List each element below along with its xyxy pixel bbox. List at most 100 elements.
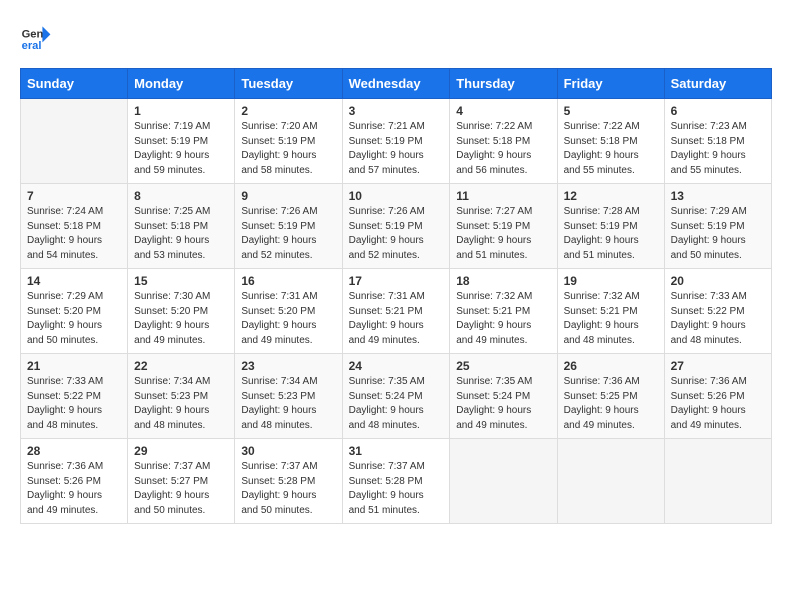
- day-info: Sunrise: 7:32 AM Sunset: 5:21 PM Dayligh…: [564, 290, 658, 348]
- calendar-cell: 23 Sunrise: 7:34 AM Sunset: 5:23 PM Dayli…: [235, 354, 342, 439]
- weekday-header-cell: Saturday: [664, 69, 771, 99]
- day-number: 26: [564, 359, 658, 373]
- calendar-week-row: 1 Sunrise: 7:19 AM Sunset: 5:19 PM Daylig…: [21, 99, 772, 184]
- day-info: Sunrise: 7:35 AM Sunset: 5:24 PM Dayligh…: [349, 375, 444, 433]
- calendar-cell: 31 Sunrise: 7:37 AM Sunset: 5:28 PM Dayli…: [342, 439, 450, 524]
- day-info: Sunrise: 7:22 AM Sunset: 5:18 PM Dayligh…: [564, 120, 658, 178]
- svg-text:eral: eral: [22, 40, 42, 52]
- day-number: 3: [349, 104, 444, 118]
- day-info: Sunrise: 7:32 AM Sunset: 5:21 PM Dayligh…: [456, 290, 550, 348]
- logo-icon: Gen eral: [20, 20, 52, 52]
- calendar: SundayMondayTuesdayWednesdayThursdayFrid…: [20, 68, 772, 524]
- day-number: 31: [349, 444, 444, 458]
- day-info: Sunrise: 7:36 AM Sunset: 5:26 PM Dayligh…: [671, 375, 765, 433]
- day-number: 28: [27, 444, 121, 458]
- day-info: Sunrise: 7:36 AM Sunset: 5:25 PM Dayligh…: [564, 375, 658, 433]
- day-number: 18: [456, 274, 550, 288]
- calendar-cell: 21 Sunrise: 7:33 AM Sunset: 5:22 PM Dayli…: [21, 354, 128, 439]
- calendar-cell: 5Sunrise: 7:22 AM Sunset: 5:18 PM Daylig…: [557, 99, 664, 184]
- day-number: 13: [671, 189, 765, 203]
- calendar-week-row: 7 Sunrise: 7:24 AM Sunset: 5:18 PM Daylig…: [21, 184, 772, 269]
- day-number: 7: [27, 189, 121, 203]
- day-info: Sunrise: 7:34 AM Sunset: 5:23 PM Dayligh…: [241, 375, 335, 433]
- calendar-week-row: 14Sunrise: 7:29 AM Sunset: 5:20 PM Dayli…: [21, 269, 772, 354]
- calendar-cell: [450, 439, 557, 524]
- calendar-cell: 3Sunrise: 7:21 AM Sunset: 5:19 PM Daylig…: [342, 99, 450, 184]
- calendar-cell: 27 Sunrise: 7:36 AM Sunset: 5:26 PM Dayli…: [664, 354, 771, 439]
- day-info: Sunrise: 7:26 AM Sunset: 5:19 PM Dayligh…: [349, 205, 444, 263]
- calendar-week-row: 28 Sunrise: 7:36 AM Sunset: 5:26 PM Dayli…: [21, 439, 772, 524]
- calendar-cell: 2Sunrise: 7:20 AM Sunset: 5:19 PM Daylig…: [235, 99, 342, 184]
- day-number: 16: [241, 274, 335, 288]
- calendar-cell: [664, 439, 771, 524]
- weekday-header-cell: Thursday: [450, 69, 557, 99]
- day-number: 17: [349, 274, 444, 288]
- day-info: Sunrise: 7:37 AM Sunset: 5:27 PM Dayligh…: [134, 460, 228, 518]
- day-number: 25: [456, 359, 550, 373]
- day-number: 20: [671, 274, 765, 288]
- day-number: 2: [241, 104, 335, 118]
- calendar-cell: 18 Sunrise: 7:32 AM Sunset: 5:21 PM Dayli…: [450, 269, 557, 354]
- day-number: 1: [134, 104, 228, 118]
- calendar-cell: 20 Sunrise: 7:33 AM Sunset: 5:22 PM Dayli…: [664, 269, 771, 354]
- day-info: Sunrise: 7:34 AM Sunset: 5:23 PM Dayligh…: [134, 375, 228, 433]
- calendar-cell: 11 Sunrise: 7:27 AM Sunset: 5:19 PM Dayli…: [450, 184, 557, 269]
- day-info: Sunrise: 7:33 AM Sunset: 5:22 PM Dayligh…: [671, 290, 765, 348]
- calendar-cell: 4 Sunrise: 7:22 AM Sunset: 5:18 PM Daylig…: [450, 99, 557, 184]
- calendar-cell: 1 Sunrise: 7:19 AM Sunset: 5:19 PM Daylig…: [128, 99, 235, 184]
- day-info: Sunrise: 7:27 AM Sunset: 5:19 PM Dayligh…: [456, 205, 550, 263]
- calendar-cell: 17Sunrise: 7:31 AM Sunset: 5:21 PM Dayli…: [342, 269, 450, 354]
- day-info: Sunrise: 7:19 AM Sunset: 5:19 PM Dayligh…: [134, 120, 228, 178]
- day-info: Sunrise: 7:37 AM Sunset: 5:28 PM Dayligh…: [349, 460, 444, 518]
- weekday-header-row: SundayMondayTuesdayWednesdayThursdayFrid…: [21, 69, 772, 99]
- calendar-cell: 29 Sunrise: 7:37 AM Sunset: 5:27 PM Dayli…: [128, 439, 235, 524]
- svg-text:Gen: Gen: [22, 29, 44, 41]
- calendar-cell: [557, 439, 664, 524]
- calendar-cell: 22 Sunrise: 7:34 AM Sunset: 5:23 PM Dayli…: [128, 354, 235, 439]
- day-number: 15: [134, 274, 228, 288]
- calendar-cell: 15 Sunrise: 7:30 AM Sunset: 5:20 PM Dayli…: [128, 269, 235, 354]
- calendar-cell: 10Sunrise: 7:26 AM Sunset: 5:19 PM Dayli…: [342, 184, 450, 269]
- day-info: Sunrise: 7:31 AM Sunset: 5:20 PM Dayligh…: [241, 290, 335, 348]
- weekday-header-cell: Monday: [128, 69, 235, 99]
- day-info: Sunrise: 7:26 AM Sunset: 5:19 PM Dayligh…: [241, 205, 335, 263]
- header: Gen eral: [20, 20, 772, 52]
- day-number: 23: [241, 359, 335, 373]
- calendar-cell: 6 Sunrise: 7:23 AM Sunset: 5:18 PM Daylig…: [664, 99, 771, 184]
- day-number: 30: [241, 444, 335, 458]
- calendar-cell: 28 Sunrise: 7:36 AM Sunset: 5:26 PM Dayli…: [21, 439, 128, 524]
- day-number: 21: [27, 359, 121, 373]
- day-info: Sunrise: 7:22 AM Sunset: 5:18 PM Dayligh…: [456, 120, 550, 178]
- day-info: Sunrise: 7:29 AM Sunset: 5:20 PM Dayligh…: [27, 290, 121, 348]
- day-info: Sunrise: 7:25 AM Sunset: 5:18 PM Dayligh…: [134, 205, 228, 263]
- day-number: 22: [134, 359, 228, 373]
- day-info: Sunrise: 7:23 AM Sunset: 5:18 PM Dayligh…: [671, 120, 765, 178]
- day-info: Sunrise: 7:37 AM Sunset: 5:28 PM Dayligh…: [241, 460, 335, 518]
- day-number: 27: [671, 359, 765, 373]
- calendar-cell: 24 Sunrise: 7:35 AM Sunset: 5:24 PM Dayli…: [342, 354, 450, 439]
- calendar-cell: 26 Sunrise: 7:36 AM Sunset: 5:25 PM Dayli…: [557, 354, 664, 439]
- day-number: 11: [456, 189, 550, 203]
- calendar-cell: 12Sunrise: 7:28 AM Sunset: 5:19 PM Dayli…: [557, 184, 664, 269]
- weekday-header-cell: Tuesday: [235, 69, 342, 99]
- calendar-cell: 9Sunrise: 7:26 AM Sunset: 5:19 PM Daylig…: [235, 184, 342, 269]
- calendar-cell: 13Sunrise: 7:29 AM Sunset: 5:19 PM Dayli…: [664, 184, 771, 269]
- calendar-cell: 19 Sunrise: 7:32 AM Sunset: 5:21 PM Dayli…: [557, 269, 664, 354]
- day-info: Sunrise: 7:33 AM Sunset: 5:22 PM Dayligh…: [27, 375, 121, 433]
- day-number: 29: [134, 444, 228, 458]
- day-number: 6: [671, 104, 765, 118]
- calendar-cell: 8 Sunrise: 7:25 AM Sunset: 5:18 PM Daylig…: [128, 184, 235, 269]
- day-number: 4: [456, 104, 550, 118]
- calendar-cell: 7 Sunrise: 7:24 AM Sunset: 5:18 PM Daylig…: [21, 184, 128, 269]
- day-number: 19: [564, 274, 658, 288]
- calendar-cell: [21, 99, 128, 184]
- day-info: Sunrise: 7:24 AM Sunset: 5:18 PM Dayligh…: [27, 205, 121, 263]
- calendar-cell: 30 Sunrise: 7:37 AM Sunset: 5:28 PM Dayli…: [235, 439, 342, 524]
- calendar-cell: 25Sunrise: 7:35 AM Sunset: 5:24 PM Dayli…: [450, 354, 557, 439]
- day-number: 8: [134, 189, 228, 203]
- day-info: Sunrise: 7:30 AM Sunset: 5:20 PM Dayligh…: [134, 290, 228, 348]
- logo: Gen eral: [20, 20, 56, 52]
- day-number: 12: [564, 189, 658, 203]
- day-number: 24: [349, 359, 444, 373]
- day-info: Sunrise: 7:36 AM Sunset: 5:26 PM Dayligh…: [27, 460, 121, 518]
